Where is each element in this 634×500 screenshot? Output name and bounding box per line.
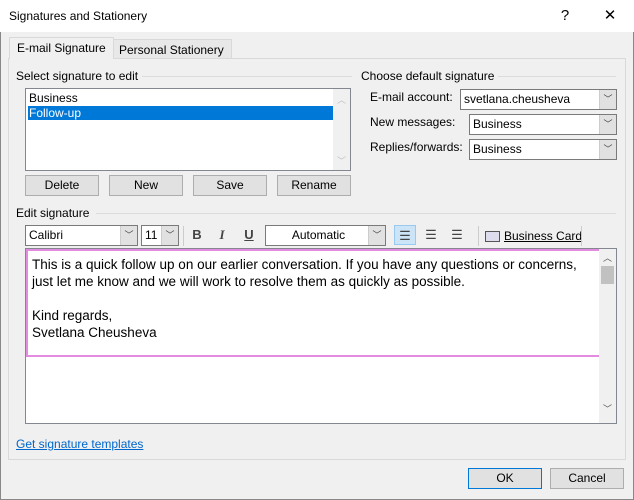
tab-email-signature[interactable]: E-mail Signature [9,37,114,59]
chevron-down-icon: ﹀ [599,90,616,109]
select-value: Automatic [291,228,346,242]
select-value: Business [473,142,522,156]
default-signature-label: Choose default signature [361,69,495,83]
align-right-icon: ☰ [451,227,463,242]
business-card-button[interactable]: Business Card [485,229,582,243]
separator [478,226,479,246]
cancel-button[interactable]: Cancel [550,468,624,489]
underline-button[interactable]: U [238,225,260,245]
ok-button[interactable]: OK [468,468,542,489]
get-signature-templates-link[interactable]: Get signature templates [16,437,143,451]
rename-button[interactable]: Rename [277,175,351,196]
divider [498,76,616,77]
align-center-button[interactable]: ☰ [420,225,442,245]
chevron-down-icon: ﹀ [599,115,616,134]
signature-list[interactable]: Business Follow-up ︿ ﹀ [25,88,351,171]
bold-button[interactable]: B [186,225,208,245]
font-color-select[interactable]: Automatic ﹀ [265,225,386,246]
business-card-icon [485,231,500,243]
email-account-label: E-mail account: [370,90,453,104]
align-left-icon: ☰ [399,228,411,243]
tab-label: E-mail Signature [17,41,106,55]
email-account-select[interactable]: svetlana.cheusheva ﹀ [460,89,617,110]
select-signature-label: Select signature to edit [16,69,139,83]
new-button[interactable]: New [109,175,183,196]
replies-forwards-label: Replies/forwards: [370,140,463,154]
scrollbar[interactable]: ︿ ﹀ [333,89,350,170]
button-label: Business Card [504,229,583,243]
signature-editor[interactable]: This is a quick follow up on our earlier… [25,248,617,424]
italic-button[interactable]: I [211,225,233,245]
text-line: Kind regards, [32,308,113,323]
select-value: 11 [145,228,158,242]
list-item[interactable]: Business [28,91,334,105]
close-button[interactable]: ✕ [598,4,622,28]
text-line: Svetlana Cheusheva [32,325,157,340]
text-line: just let me know and we will work to res… [32,274,465,289]
chevron-down-icon: ﹀ [120,226,137,245]
separator [183,226,184,246]
separator [581,226,582,246]
save-button[interactable]: Save [193,175,267,196]
tab-label: Personal Stationery [119,43,224,57]
chevron-down-icon: ﹀ [599,140,616,159]
font-select[interactable]: Calibri ﹀ [25,225,138,246]
font-size-select[interactable]: 11 ﹀ [141,225,179,246]
text-line: This is a quick follow up on our earlier… [32,257,577,272]
help-button[interactable]: ? [553,4,577,28]
tab-personal-stationery[interactable]: Personal Stationery [111,39,232,59]
align-right-button[interactable]: ☰ [446,225,468,245]
chevron-down-icon: ﹀ [161,226,178,245]
align-left-button[interactable]: ☰ [394,225,416,245]
replies-forwards-select[interactable]: Business ﹀ [469,139,617,160]
new-messages-label: New messages: [370,115,456,129]
title-bar: Signatures and Stationery ? ✕ [0,0,634,32]
signature-text[interactable]: This is a quick follow up on our earlier… [26,249,601,357]
divider [96,213,616,214]
select-value: svetlana.cheusheva [464,92,571,106]
align-center-icon: ☰ [425,227,437,242]
new-messages-select[interactable]: Business ﹀ [469,114,617,135]
scrollbar[interactable]: ︿ ﹀ [599,249,616,423]
list-item-selected[interactable]: Follow-up [28,106,334,120]
delete-button[interactable]: Delete [25,175,99,196]
divider [142,76,352,77]
window-title: Signatures and Stationery [9,9,148,23]
chevron-down-icon: ﹀ [368,226,385,245]
edit-signature-label: Edit signature [16,206,90,220]
select-value: Business [473,117,522,131]
select-value: Calibri [29,228,64,242]
